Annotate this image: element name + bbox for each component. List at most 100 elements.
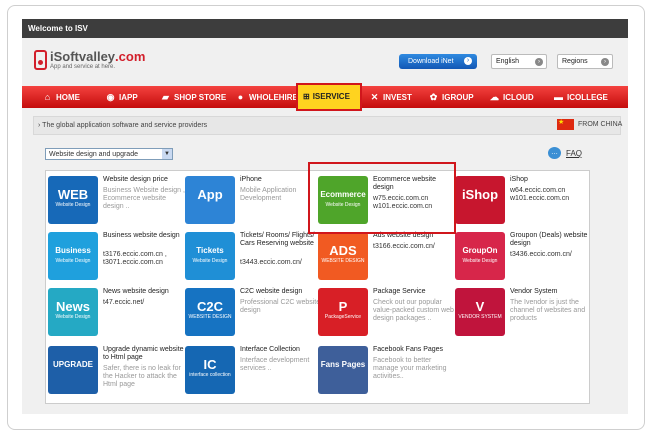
faq-link[interactable]: FAQ: [566, 149, 582, 158]
service-title[interactable]: Tickets/ Rooms/ Flights/ Cars Reserving …: [240, 232, 322, 248]
nav-item-home[interactable]: ⌂ HOME: [42, 86, 80, 108]
language-value: English: [496, 58, 519, 65]
service-tile-icon[interactable]: V VENDOR SYSTEM: [455, 288, 505, 336]
service-title[interactable]: Vendor System: [510, 288, 592, 296]
grid-icon: ⊞: [303, 92, 310, 101]
tile-caption: Website Design: [462, 258, 498, 264]
service-description: t3166.eccic.com.cn/: [373, 243, 435, 250]
service-card[interactable]: V VENDOR SYSTEM Vendor System The Ivendor i…: [455, 288, 587, 342]
chat-icon: …: [548, 147, 561, 159]
service-tile-icon[interactable]: Fans Pages: [318, 346, 368, 394]
service-card[interactable]: IC interface collection Interface Collecti…: [185, 346, 317, 400]
service-title[interactable]: Package Service: [373, 288, 455, 296]
service-title[interactable]: Interface Collection: [240, 346, 322, 354]
service-tile-icon[interactable]: P PackageService: [318, 288, 368, 336]
service-tile-icon[interactable]: Tickets Website Design: [185, 232, 235, 280]
service-tile-icon[interactable]: News Website Design: [48, 288, 98, 336]
chevron-down-icon: ▼: [162, 149, 172, 159]
tile-caption: Website Design: [55, 258, 91, 264]
arrow-right-icon: ›: [464, 57, 472, 65]
tile-label: WEB: [57, 187, 89, 202]
tile-label: IC: [203, 357, 217, 372]
group-icon: ✿: [429, 92, 438, 102]
service-description: w64.eccic.com.cn w101.eccic.com.cn: [510, 187, 570, 202]
tools-icon: ✕: [370, 92, 379, 102]
tile-label: Business: [55, 246, 91, 255]
service-description: t3443.eccic.com.cn/: [240, 259, 302, 266]
service-card[interactable]: ADS WEBSITE DESIGN Ads website design t3166…: [318, 232, 450, 286]
nav-item-iapp[interactable]: ◉ IAPP: [105, 86, 138, 108]
service-card[interactable]: P PackageService Package Service Check out …: [318, 288, 454, 342]
logo-icon: [34, 50, 47, 70]
arrow-right-icon: ›: [535, 58, 543, 66]
service-tile-icon[interactable]: iShop: [455, 176, 505, 224]
service-title[interactable]: Website design price: [103, 176, 185, 184]
cart-icon: ▰: [162, 92, 169, 102]
service-tile-icon[interactable]: UPGRADE: [48, 346, 98, 394]
service-card[interactable]: Fans Pages Facebook Fans Pages Facebook to…: [318, 346, 450, 400]
service-description: Facebook to better manage your marketing…: [373, 357, 447, 380]
site-logo[interactable]: iSoftvalley.com App and service at here.: [34, 49, 146, 75]
service-tile-icon[interactable]: IC interface collection: [185, 346, 235, 394]
service-card[interactable]: Business Website Design Business website d…: [48, 232, 180, 286]
language-select[interactable]: English ›: [491, 54, 547, 69]
service-card[interactable]: C2C WEBSITE DESIGN C2C website design Profe…: [185, 288, 320, 342]
tile-label: V: [475, 299, 485, 314]
service-card[interactable]: WEB Website Design Website design price Bus…: [48, 176, 185, 230]
tile-label: Tickets: [196, 246, 224, 255]
nav-item-igroup[interactable]: ✿ IGROUP: [428, 86, 474, 108]
tagline-strip: › The global application software and se…: [33, 116, 621, 135]
tile-caption: WEBSITE DESIGN: [321, 258, 365, 264]
download-button[interactable]: Download iNet ›: [399, 54, 477, 69]
service-card[interactable]: GroupOn Website Design Groupon (Deals) web…: [455, 232, 587, 286]
service-tile-icon[interactable]: WEB Website Design: [48, 176, 98, 224]
tile-label: P: [338, 299, 348, 314]
service-title[interactable]: Groupon (Deals) website design: [510, 232, 592, 248]
highlight-box: [308, 162, 456, 234]
nav-item-iservice[interactable]: ⊞ ISERVICE: [296, 83, 362, 111]
service-title[interactable]: Upgrade dynamic website to Html page: [103, 346, 185, 362]
tile-caption: Website Design: [55, 314, 91, 320]
service-tile-icon[interactable]: Business Website Design: [48, 232, 98, 280]
tile-caption: VENDOR SYSTEM: [458, 314, 502, 320]
service-title[interactable]: News website design: [103, 288, 185, 296]
nav-item-invest[interactable]: ✕ INVEST: [369, 86, 412, 108]
service-card[interactable]: iShop iShop w64.eccic.com.cn w101.eccic.co…: [455, 176, 587, 230]
service-description: t3436.eccic.com.cn/: [510, 251, 572, 258]
china-flag-icon: [557, 118, 574, 130]
country-label: FROM CHINA: [578, 121, 623, 128]
service-tile-icon[interactable]: ADS WEBSITE DESIGN: [318, 232, 368, 280]
service-card[interactable]: App iPhone Mobile Application Development: [185, 176, 317, 230]
nav-item-icloud[interactable]: ☁ ICLOUD: [489, 86, 534, 108]
tile-caption: interface collection: [189, 372, 231, 378]
service-title[interactable]: iShop: [510, 176, 592, 184]
tile-label: News: [56, 299, 90, 314]
service-title[interactable]: Facebook Fans Pages: [373, 346, 455, 354]
tile-caption: WEBSITE DESIGN: [188, 314, 232, 320]
service-tile-icon[interactable]: GroupOn Website Design: [455, 232, 505, 280]
bullet-icon: ›: [38, 122, 41, 129]
tile-label: App: [197, 187, 223, 202]
tile-caption: Website Design: [55, 202, 91, 208]
service-card[interactable]: News Website Design News website design t47…: [48, 288, 180, 342]
service-card[interactable]: Tickets Website Design Tickets/ Rooms/ Fli…: [185, 232, 317, 286]
college-icon: ▬: [554, 92, 563, 102]
nav-item-shop-store[interactable]: ▰ SHOP STORE: [160, 86, 226, 108]
nav-item-icollege[interactable]: ▬ ICOLLEGE: [553, 86, 608, 108]
service-tile-icon[interactable]: C2C WEBSITE DESIGN: [185, 288, 235, 336]
tile-label: Fans Pages: [320, 360, 366, 369]
tile-label: iShop: [461, 187, 499, 202]
logo-suffix: .com: [115, 49, 146, 64]
service-description: t47.eccic.net/: [103, 299, 145, 306]
service-tile-icon[interactable]: App: [185, 176, 235, 224]
service-title[interactable]: C2C website design: [240, 288, 322, 296]
service-title[interactable]: Business website design: [103, 232, 185, 240]
app-icon: ◉: [106, 92, 115, 102]
tile-label: ADS: [329, 243, 357, 258]
nav-item-wholehire[interactable]: ● WHOLEHIRE: [235, 86, 298, 108]
region-select[interactable]: Regions ›: [557, 54, 613, 69]
tile-caption: PackageService: [324, 314, 362, 320]
service-card[interactable]: UPGRADE Upgrade dynamic website to Html p…: [48, 346, 184, 400]
category-select[interactable]: Website design and upgrade ▼: [45, 148, 173, 160]
service-description: Business Website design , Ecommerce webs…: [103, 187, 185, 210]
